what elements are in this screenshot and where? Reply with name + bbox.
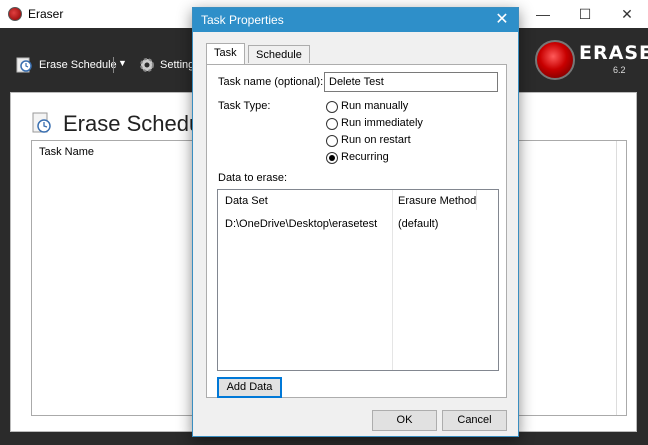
- cancel-button[interactable]: Cancel: [442, 410, 507, 431]
- eraser-logo-icon: [8, 7, 22, 21]
- task-name-input[interactable]: [324, 72, 498, 92]
- schedule-icon: [16, 57, 32, 73]
- add-data-button[interactable]: Add Data: [217, 377, 282, 398]
- app-title: Eraser: [28, 7, 64, 21]
- radio-label: Run on restart: [341, 134, 411, 146]
- data-to-erase-list[interactable]: Data Set Erasure Method D:\OneDrive\Desk…: [217, 189, 499, 371]
- ok-button[interactable]: OK: [372, 410, 437, 431]
- task-list-scrollbar[interactable]: [616, 141, 626, 415]
- dialog-titlebar: Task Properties ✕: [193, 8, 518, 32]
- erasure-method-column-header[interactable]: Erasure Method: [398, 195, 476, 207]
- tab-task[interactable]: Task: [206, 43, 245, 64]
- brand-block: ERASER 6.2: [533, 38, 648, 86]
- column-divider[interactable]: [476, 190, 477, 210]
- radio-button[interactable]: [326, 118, 338, 130]
- data-set-column-header[interactable]: Data Set: [225, 195, 268, 207]
- radio-label: Recurring: [341, 151, 389, 163]
- erase-schedule-menu[interactable]: Erase Schedule: [39, 59, 117, 73]
- dialog-title: Task Properties: [201, 13, 284, 27]
- task-type-label: Task Type:: [218, 100, 271, 112]
- toolbar-separator: [113, 57, 114, 73]
- data-to-erase-label: Data to erase:: [218, 172, 288, 184]
- eraser-brand-logo-icon: [535, 40, 575, 80]
- tab-schedule[interactable]: Schedule: [248, 45, 310, 63]
- task-tab-panel: Task name (optional): Task Type: Run man…: [206, 64, 507, 398]
- brand-version: 6.2: [613, 65, 626, 75]
- radio-button-checked[interactable]: [326, 152, 338, 164]
- radio-button[interactable]: [326, 135, 338, 147]
- dialog-close-icon[interactable]: ✕: [486, 8, 518, 32]
- task-properties-dialog: Task Properties ✕ Task Schedule Task nam…: [192, 7, 519, 437]
- table-row-data-set[interactable]: D:\OneDrive\Desktop\erasetest: [225, 218, 377, 230]
- schedule-page-icon: [32, 112, 51, 133]
- radio-button[interactable]: [326, 101, 338, 113]
- task-name-column-header[interactable]: Task Name: [39, 146, 94, 158]
- maximize-button[interactable]: ☐: [570, 2, 600, 26]
- close-button[interactable]: ✕: [612, 2, 642, 26]
- radio-label: Run immediately: [341, 117, 423, 129]
- radio-label: Run manually: [341, 100, 409, 112]
- settings-menu[interactable]: Settings: [160, 59, 192, 73]
- table-row-erasure-method[interactable]: (default): [398, 218, 438, 230]
- task-name-label: Task name (optional):: [218, 76, 324, 88]
- chevron-down-icon[interactable]: ▼: [118, 58, 127, 68]
- column-divider[interactable]: [392, 190, 393, 370]
- brand-name: ERASER: [579, 42, 648, 64]
- minimize-button[interactable]: —: [528, 2, 558, 26]
- gear-icon: [140, 58, 154, 72]
